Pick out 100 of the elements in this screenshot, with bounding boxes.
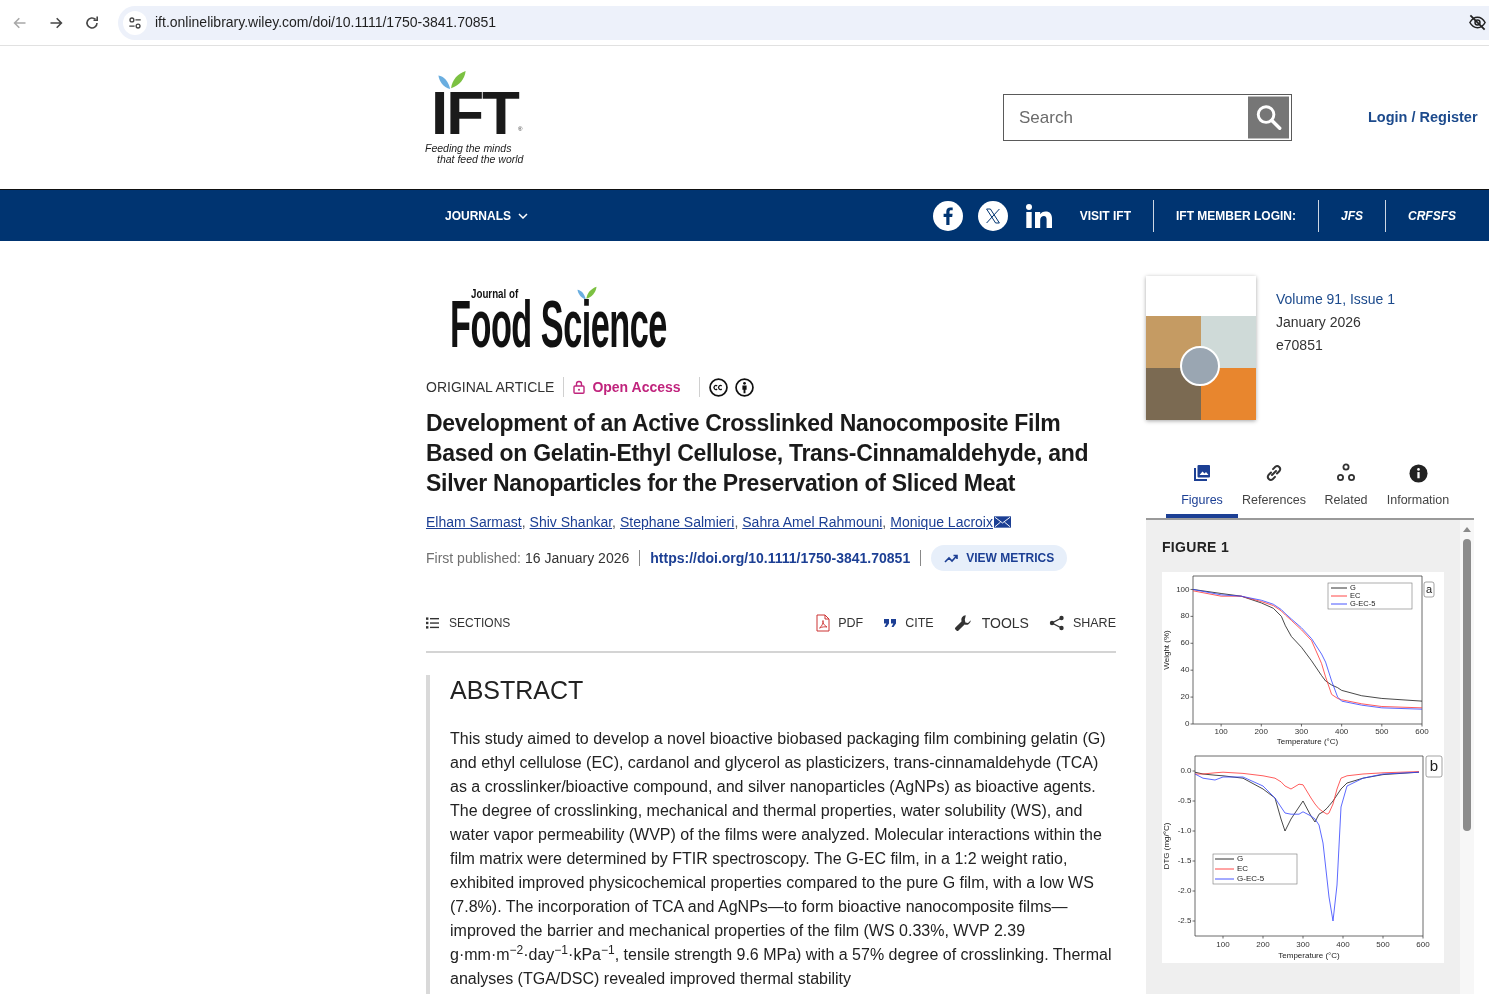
quote-icon [883,618,898,628]
share-icon [1048,615,1065,631]
y-axis-title: DTG (mg/°C) [1162,822,1172,870]
journals-menu-button[interactable]: JOURNALS [445,206,528,225]
author-link[interactable]: Sahra Amel Rahmouni, [742,512,891,532]
panel-label: b [1425,755,1443,778]
eye-off-icon [1468,13,1487,32]
x-tick-label: 500 [1375,726,1389,736]
line-series [1194,771,1420,815]
sidebar-tab[interactable]: Information [1382,459,1454,518]
link-icon [1264,463,1284,483]
x-axis-title: Temperature (°C) [1276,737,1339,747]
nav-link[interactable]: VISIT IFT [1079,206,1131,225]
sections-button[interactable]: SECTIONS [426,614,511,632]
wrench-icon [953,614,972,632]
person-license-icon [734,377,754,397]
sidebar-tab[interactable]: References [1238,459,1310,518]
sidebar-tab[interactable]: Related [1310,459,1382,518]
three-circles-icon [1336,463,1356,483]
author-link[interactable]: Monique Lacroix [890,512,993,532]
y-tick-label: -1.5 [1177,856,1192,866]
issue-date: January 2026 [1276,313,1361,332]
abstract-text: This study aimed to develop a novel bioactive biobased packaging film combining gelatin (G) and ethyl cellulose (EC), cardanol and glycerol as plasticizers, trans-cinnamaldehyde (TCA) as a crosslinker/bioactive compound, and silver nanoparticles (AgNPs) as bioactive agents. The degree of crosslinking, mechanical and thermal properties, water solubility (WS), and water vapor permeability (WVP) of the films were analyzed. Molecular interactions within the film matrix were determined by FTIR spectroscopy. The G-EC film, in a 1:2 weight ratio, exhibited improved physicochemical properties compared to the pure G film, with a low WS (7.8%). The incorporation of TCA and AgNPs—to form bioactive nanocomposite films—improved the barrier and mechanical properties of the film (WS 0.33%, WVP 2.39 g·mm·m$^{−2}$·day$^{−1}$·kPa$^{−1}$, tensile strength 9.6 MPa) with a 57% degree of crosslinking. Thermal analyses (TGA/DSC) revealed improved thermal stability [450,729,1113,989]
line-series [1194,771,1420,922]
y-tick-label: -1.0 [1177,826,1192,836]
tools-button[interactable]: TOOLS [953,612,1029,634]
linkedin-icon[interactable] [1025,203,1053,228]
list-icon [426,617,439,629]
legend-label: EC [1237,864,1249,874]
published-date: 16 January 2026 [524,548,630,568]
y-tick-label: 40 [1180,665,1190,675]
pdf-button[interactable]: PDF [816,613,864,633]
author-link[interactable]: Shiv Shankar, [529,512,620,532]
x-tick-label: 400 [1336,939,1350,949]
sliders-icon [128,15,142,30]
scroll-up-arrow-icon[interactable] [1463,527,1471,532]
article-number: e70851 [1276,336,1323,355]
nav-link[interactable]: CRFSFS [1408,206,1456,225]
x-logo-icon[interactable] [977,200,1008,231]
journal-logo-subtitle: Journal of [471,288,519,300]
scrollbar-thumb[interactable] [1463,539,1471,831]
open-access-label: Open Access [592,377,681,397]
x-tick-label: 500 [1376,939,1390,949]
scrollbar-track[interactable] [1460,520,1474,994]
url-field[interactable]: ift.onlinelibrary.wiley.com/doi/10.1111/1750-3841.70851 [155,12,497,33]
lock-icon [573,380,586,394]
issue-link[interactable]: Volume 91, Issue 1 [1276,288,1396,311]
x-tick-label: 600 [1416,939,1430,949]
published-label: First published: [426,548,521,568]
y-tick-label: 0.0 [1180,766,1192,776]
legend-label: G [1237,854,1244,864]
article-title: Development of an Active Crosslinked Nanocomposite Film Based on Gelatin-Ethyl Cellulose, Trans-Cinnamaldehyde, and Silver Nanoparticles for the Preservation of Sliced Meat [426,409,1090,498]
logo-tagline: that feed the world [437,154,524,165]
y-tick-label: -2.0 [1177,886,1192,896]
abstract-heading: ABSTRACT [450,675,585,705]
x-tick-label: 200 [1256,939,1270,949]
envelope-icon[interactable] [994,516,1011,528]
share-button[interactable]: SHARE [1048,613,1116,633]
y-tick-label: -0.5 [1177,796,1192,806]
x-tick-label: 300 [1296,939,1310,949]
x-tick-label: 600 [1415,726,1429,736]
logo-wordmark: IFT [431,90,518,136]
reload-icon [84,14,100,31]
journal-logo-title: Food Science [450,300,667,348]
y-tick-label: 20 [1180,692,1190,702]
doi-link[interactable]: https://doi.org/10.1111/1750-3841.70851 [650,547,911,569]
trend-up-icon [944,553,959,563]
site-info-button[interactable] [123,10,147,35]
login-link[interactable]: Login / Register [1368,106,1478,129]
author-link[interactable]: Elham Sarmast, [426,512,530,532]
y-tick-label: 0 [1185,719,1190,729]
x-tick-label: 100 [1216,939,1230,949]
x-tick-label: 300 [1294,726,1309,736]
chevron-down-icon [518,212,528,219]
view-metrics-button[interactable]: VIEW METRICS [931,545,1068,571]
panel-label: a [1423,581,1435,598]
leaves-icon [436,70,468,90]
logo-tagline: Feeding the minds [425,143,512,154]
creative-commons-icon [708,377,728,397]
cite-button[interactable]: CITE [883,613,934,633]
x-tick-label: 100 [1214,726,1228,736]
y-tick-label: 100 [1176,584,1190,594]
y-tick-label: 60 [1180,638,1190,648]
facebook-icon[interactable] [932,200,963,231]
x-tick-label: 200 [1254,726,1268,736]
journal-cover-drawing[interactable] [1146,276,1256,420]
nav-label: IFT MEMBER LOGIN: [1176,207,1296,225]
y-tick-label: 80 [1180,611,1190,621]
author-link[interactable]: Stephane Salmieri, [620,512,743,532]
info-icon [1408,463,1428,483]
x-axis-title: Temperature (°C) [1278,950,1340,960]
x-tick-label: 400 [1334,726,1349,736]
article-type-label: ORIGINAL ARTICLE [426,377,555,397]
figure-title: FIGURE 1 [1162,538,1229,556]
image-gallery-icon [1193,464,1211,482]
legend-label: G-EC-5 [1237,874,1265,884]
pdf-file-icon [816,614,831,632]
y-axis-title: Weight (%) [1162,630,1172,670]
y-tick-label: -2.5 [1177,916,1192,926]
nav-link[interactable]: JFS [1341,206,1363,225]
